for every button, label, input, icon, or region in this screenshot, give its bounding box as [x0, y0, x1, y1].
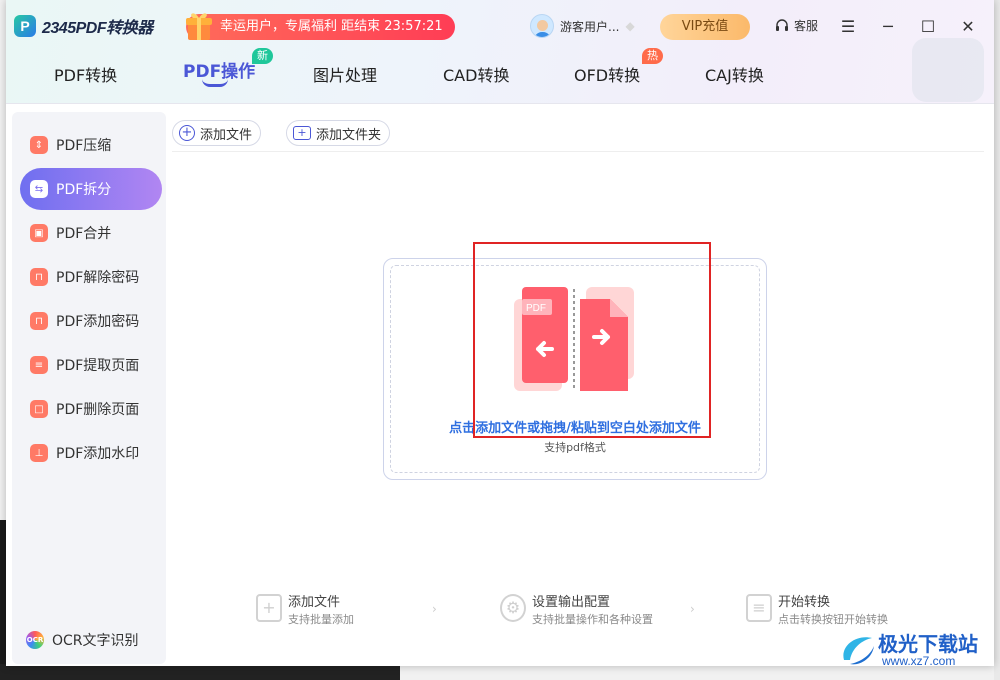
folder-plus-icon: +: [293, 126, 311, 140]
logo-icon: P: [14, 15, 36, 37]
promo-text: 幸运用户，专属福利 距结束 23:57:21: [220, 19, 443, 34]
ocr-icon: OCR: [26, 631, 44, 649]
merge-icon: ▣: [30, 224, 48, 242]
extract-icon: ≡: [30, 356, 48, 374]
sidebar-item-merge[interactable]: ▣ PDF合并: [20, 212, 162, 254]
document-list-icon: ≡: [746, 594, 772, 622]
site-watermark: 极光下载站 www.xz7.com: [838, 626, 994, 674]
service-label: 客服: [794, 19, 819, 33]
add-folder-button[interactable]: + 添加文件夹: [286, 120, 391, 146]
sidebar-item-label: PDF提取页面: [56, 358, 140, 374]
sidebar-item-label: PDF压缩: [56, 138, 112, 154]
watermark-stamp-icon: ⊥: [30, 444, 48, 462]
sidebar-item-label: PDF合并: [56, 226, 112, 242]
diamond-icon: ◆: [625, 19, 635, 33]
annotation-highlight-box: [473, 242, 711, 438]
add-folder-label: 添加文件夹: [316, 127, 382, 143]
menu-icon: ☰: [840, 16, 856, 36]
hot-badge: 热: [642, 48, 663, 64]
headset-icon: [776, 18, 788, 31]
tab-caj-convert[interactable]: CAJ转换: [705, 62, 764, 86]
maximize-button[interactable]: ☐: [916, 14, 940, 38]
add-file-button[interactable]: + 添加文件: [172, 120, 262, 146]
sidebar-item-label: PDF添加水印: [56, 446, 140, 462]
step-title: 开始转换: [778, 595, 831, 610]
avatar: [530, 14, 554, 38]
ocr-label: OCR文字识别: [52, 633, 139, 649]
title-bar: P 2345PDF转换器 幸运用户，专属福利 距结束 23:57:21 游客用户…: [6, 0, 994, 104]
unlock-icon: ⊓: [30, 268, 48, 286]
sidebar-item-add-watermark[interactable]: ⊥ PDF添加水印: [20, 432, 162, 474]
supported-format-text: 支持pdf格式: [544, 441, 606, 454]
username: 游客用户...: [560, 19, 620, 34]
tab-image-process[interactable]: 图片处理: [313, 62, 377, 86]
sidebar-item-add-password[interactable]: ⊓ PDF添加密码: [20, 300, 162, 342]
app-window: P 2345PDF转换器 幸运用户，专属福利 距结束 23:57:21 游客用户…: [6, 0, 994, 666]
chevron-right-icon: ›: [690, 602, 695, 616]
sidebar-item-label: PDF解除密码: [56, 270, 140, 286]
sidebar-item-delete-pages[interactable]: □ PDF删除页面: [20, 388, 162, 430]
step-description: 支持批量操作和各种设置: [532, 613, 653, 626]
minimize-button[interactable]: ─: [876, 14, 900, 38]
lock-icon: ⊓: [30, 312, 48, 330]
desktop-taskbar-fragment: [0, 664, 400, 680]
step-description: 支持批量添加: [288, 613, 354, 626]
step-add-file: + 添加文件 支持批量添加: [256, 594, 354, 628]
compress-icon: ⇕: [30, 136, 48, 154]
chevron-right-icon: ›: [432, 602, 437, 616]
vip-recharge-button[interactable]: VIP充值: [660, 14, 750, 40]
plus-circle-icon: +: [179, 125, 195, 141]
step-output-settings: ⚙ 设置输出配置 支持批量操作和各种设置: [500, 594, 653, 628]
step-title: 添加文件: [288, 595, 341, 610]
gift-icon: [186, 13, 212, 40]
site-logo-icon: [843, 637, 874, 665]
split-icon: ⇆: [30, 180, 48, 198]
sidebar-item-compress[interactable]: ⇕ PDF压缩: [20, 124, 162, 166]
promo-banner[interactable]: 幸运用户，专属福利 距结束 23:57:21: [186, 13, 455, 40]
site-url: www.xz7.com: [882, 654, 956, 668]
menu-button[interactable]: ☰: [836, 14, 860, 38]
close-button[interactable]: ✕: [956, 14, 980, 38]
tab-cad-convert[interactable]: CAD转换: [443, 62, 509, 86]
trash-icon: □: [30, 400, 48, 418]
sidebar-item-label: PDF删除页面: [56, 402, 140, 418]
tab-pdf-convert[interactable]: PDF转换: [54, 62, 117, 86]
minimize-icon: ─: [883, 16, 893, 36]
step-title: 设置输出配置: [532, 595, 611, 610]
desktop-background-right: [994, 0, 1000, 680]
user-account[interactable]: 游客用户... ◆: [530, 14, 639, 38]
file-toolbar: + 添加文件 + 添加文件夹: [172, 118, 984, 152]
gear-icon: ⚙: [500, 594, 526, 622]
app-title: 2345PDF转换器: [42, 20, 153, 37]
ocr-button[interactable]: OCR OCR文字识别: [26, 630, 139, 650]
sidebar-item-split[interactable]: ⇆ PDF拆分: [20, 168, 162, 210]
sidebar-item-label: PDF拆分: [56, 182, 112, 198]
new-badge: 新: [252, 48, 273, 64]
sidebar-item-remove-password[interactable]: ⊓ PDF解除密码: [20, 256, 162, 298]
sidebar-item-label: PDF添加密码: [56, 314, 140, 330]
customer-service-button[interactable]: 客服: [774, 17, 818, 34]
sidebar: ⇕ PDF压缩 ⇆ PDF拆分 ▣ PDF合并 ⊓ PDF解除密码 ⊓ PDF添…: [12, 112, 166, 664]
add-file-step-icon: +: [256, 594, 282, 622]
app-logo: P 2345PDF转换器: [14, 14, 153, 38]
step-start-convert: ≡ 开始转换 点击转换按钮开始转换: [746, 594, 888, 628]
add-file-label: 添加文件: [200, 127, 253, 143]
close-icon: ✕: [961, 16, 975, 36]
site-name: 极光下载站: [878, 632, 978, 656]
active-tab-indicator: [202, 79, 228, 87]
tab-ofd-convert[interactable]: OFD转换: [574, 62, 640, 86]
maximize-icon: ☐: [920, 16, 936, 36]
sidebar-item-extract-pages[interactable]: ≡ PDF提取页面: [20, 344, 162, 386]
main-tabs: PDF转换 PDF操作 新 图片处理 CAD转换 OFD转换 热 CAJ转换: [6, 48, 994, 98]
